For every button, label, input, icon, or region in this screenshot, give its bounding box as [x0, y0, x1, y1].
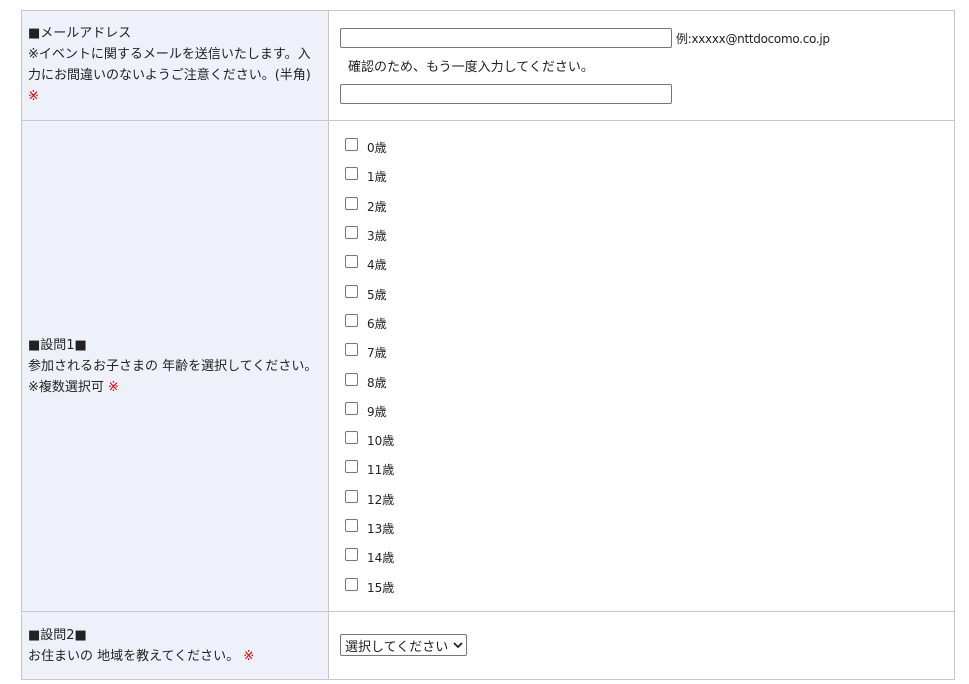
age-checkbox[interactable] — [345, 431, 358, 445]
required-mark: ※ — [108, 379, 119, 395]
age-option[interactable]: 13歳 — [345, 514, 954, 543]
question2-title: ■設問2■ — [28, 627, 87, 643]
region-select-value: 選択してください — [345, 639, 449, 655]
question1-row: ■設問1■ 参加されるお子さまの 年齢を選択してください。 ※複数選択可 ※ 0… — [21, 120, 955, 612]
email-confirm-input[interactable] — [340, 84, 672, 104]
age-checkbox[interactable] — [345, 460, 358, 474]
age-option-label: 8歳 — [367, 375, 387, 390]
age-option[interactable]: 8歳 — [345, 367, 954, 396]
age-checkbox[interactable] — [345, 548, 358, 562]
age-option[interactable]: 2歳 — [345, 192, 954, 221]
age-checkbox[interactable] — [345, 313, 358, 327]
age-option-label: 2歳 — [367, 199, 387, 214]
age-option[interactable]: 3歳 — [345, 221, 954, 250]
age-option[interactable]: 15歳 — [345, 572, 954, 601]
required-mark: ※ — [243, 648, 255, 664]
age-option[interactable]: 1歳 — [345, 162, 954, 191]
age-option-label: 13歳 — [367, 522, 395, 536]
age-option-label: 6歳 — [367, 316, 387, 331]
email-input[interactable] — [340, 28, 672, 48]
question1-desc: 参加されるお子さまの 年齢を選択してください。 — [28, 358, 318, 374]
age-checkbox[interactable] — [345, 343, 358, 357]
age-option-label: 1歳 — [367, 170, 387, 185]
age-option[interactable]: 9歳 — [345, 397, 954, 426]
age-option[interactable]: 10歳 — [345, 426, 954, 455]
age-option[interactable]: 6歳 — [345, 309, 954, 338]
age-option[interactable]: 14歳 — [345, 543, 954, 572]
question1-input-cell: 0歳 1歳 2歳 3歳 4歳 5歳 6歳 7歳 8歳 9歳 10歳 11歳 12歳 13歳 14歳 15歳 — [328, 120, 955, 612]
age-option-label: 7歳 — [367, 346, 387, 361]
age-checkbox-list: 0歳 1歳 2歳 3歳 4歳 5歳 6歳 7歳 8歳 9歳 10歳 11歳 12歳 13歳 14歳 15歳 — [329, 121, 954, 602]
question1-label-cell: ■設問1■ 参加されるお子さまの 年齢を選択してください。 ※複数選択可 ※ — [21, 120, 329, 612]
age-checkbox[interactable] — [345, 196, 358, 210]
age-checkbox[interactable] — [345, 519, 358, 532]
email-row: ■メールアドレス ※イベントに関するメールを送信いたします。入力にお間違いのない… — [21, 10, 955, 121]
age-checkbox[interactable] — [345, 284, 358, 298]
email-label: ■メールアドレス ※イベントに関するメールを送信いたします。入力にお間違いのない… — [22, 11, 328, 107]
chevron-down-icon — [453, 639, 463, 652]
question2-input-cell: 選択してください — [328, 611, 955, 680]
age-option-label: 15歳 — [367, 580, 395, 595]
age-option[interactable]: 12歳 — [345, 485, 954, 514]
question2-desc: お住まいの 地域を教えてください。 ※ — [28, 648, 255, 664]
age-option-label: 12歳 — [367, 492, 395, 507]
age-option-label: 0歳 — [367, 141, 387, 156]
age-checkbox[interactable] — [345, 138, 358, 152]
email-label-cell: ■メールアドレス ※イベントに関するメールを送信いたします。入力にお間違いのない… — [21, 10, 329, 121]
required-mark: ※ — [28, 89, 39, 104]
age-option-label: 10歳 — [367, 434, 395, 449]
age-option-label: 3歳 — [367, 229, 387, 244]
age-checkbox[interactable] — [345, 401, 358, 415]
age-checkbox[interactable] — [345, 577, 358, 591]
email-label-desc: ※イベントに関するメールを送信いたします。入力にお間違いのないようご注意ください… — [28, 47, 311, 104]
age-option-label: 4歳 — [367, 258, 387, 273]
age-option-label: 9歳 — [367, 404, 387, 419]
email-input-cell: 例:xxxxx@nttdocomo.co.jp 確認のため、もう一度入力してくだ… — [328, 10, 955, 121]
question2-label-cell: ■設問2■ お住まいの 地域を教えてください。 ※ — [21, 611, 329, 680]
question2-row: ■設問2■ お住まいの 地域を教えてください。 ※ 選択してください — [21, 611, 955, 680]
age-option-label: 11歳 — [367, 463, 395, 478]
age-option[interactable]: 5歳 — [345, 279, 954, 308]
age-option-label: 5歳 — [367, 287, 387, 302]
age-checkbox[interactable] — [345, 372, 358, 386]
age-checkbox[interactable] — [345, 167, 358, 181]
age-option[interactable]: 4歳 — [345, 250, 954, 279]
age-checkbox[interactable] — [345, 226, 358, 240]
age-checkbox[interactable] — [345, 255, 358, 269]
question1-title: ■設問1■ — [28, 337, 87, 353]
email-example: 例:xxxxx@nttdocomo.co.jp — [676, 31, 830, 46]
question1-note: ※複数選択可 ※ — [28, 379, 119, 395]
email-confirm-instruction: 確認のため、もう一度入力してください。 — [348, 60, 594, 75]
email-label-title: ■メールアドレス — [28, 26, 132, 41]
question1-label: ■設問1■ 参加されるお子さまの 年齢を選択してください。 ※複数選択可 ※ — [22, 335, 328, 398]
age-option[interactable]: 7歳 — [345, 338, 954, 367]
age-option-label: 14歳 — [367, 551, 395, 566]
region-select[interactable]: 選択してください — [340, 634, 468, 656]
question2-label: ■設問2■ お住まいの 地域を教えてください。 ※ — [22, 625, 328, 667]
age-option[interactable]: 11歳 — [345, 455, 954, 484]
entry-form-table: ■メールアドレス ※イベントに関するメールを送信いたします。入力にお間違いのない… — [21, 10, 955, 680]
age-checkbox[interactable] — [345, 489, 358, 503]
age-option[interactable]: 0歳 — [345, 133, 954, 162]
